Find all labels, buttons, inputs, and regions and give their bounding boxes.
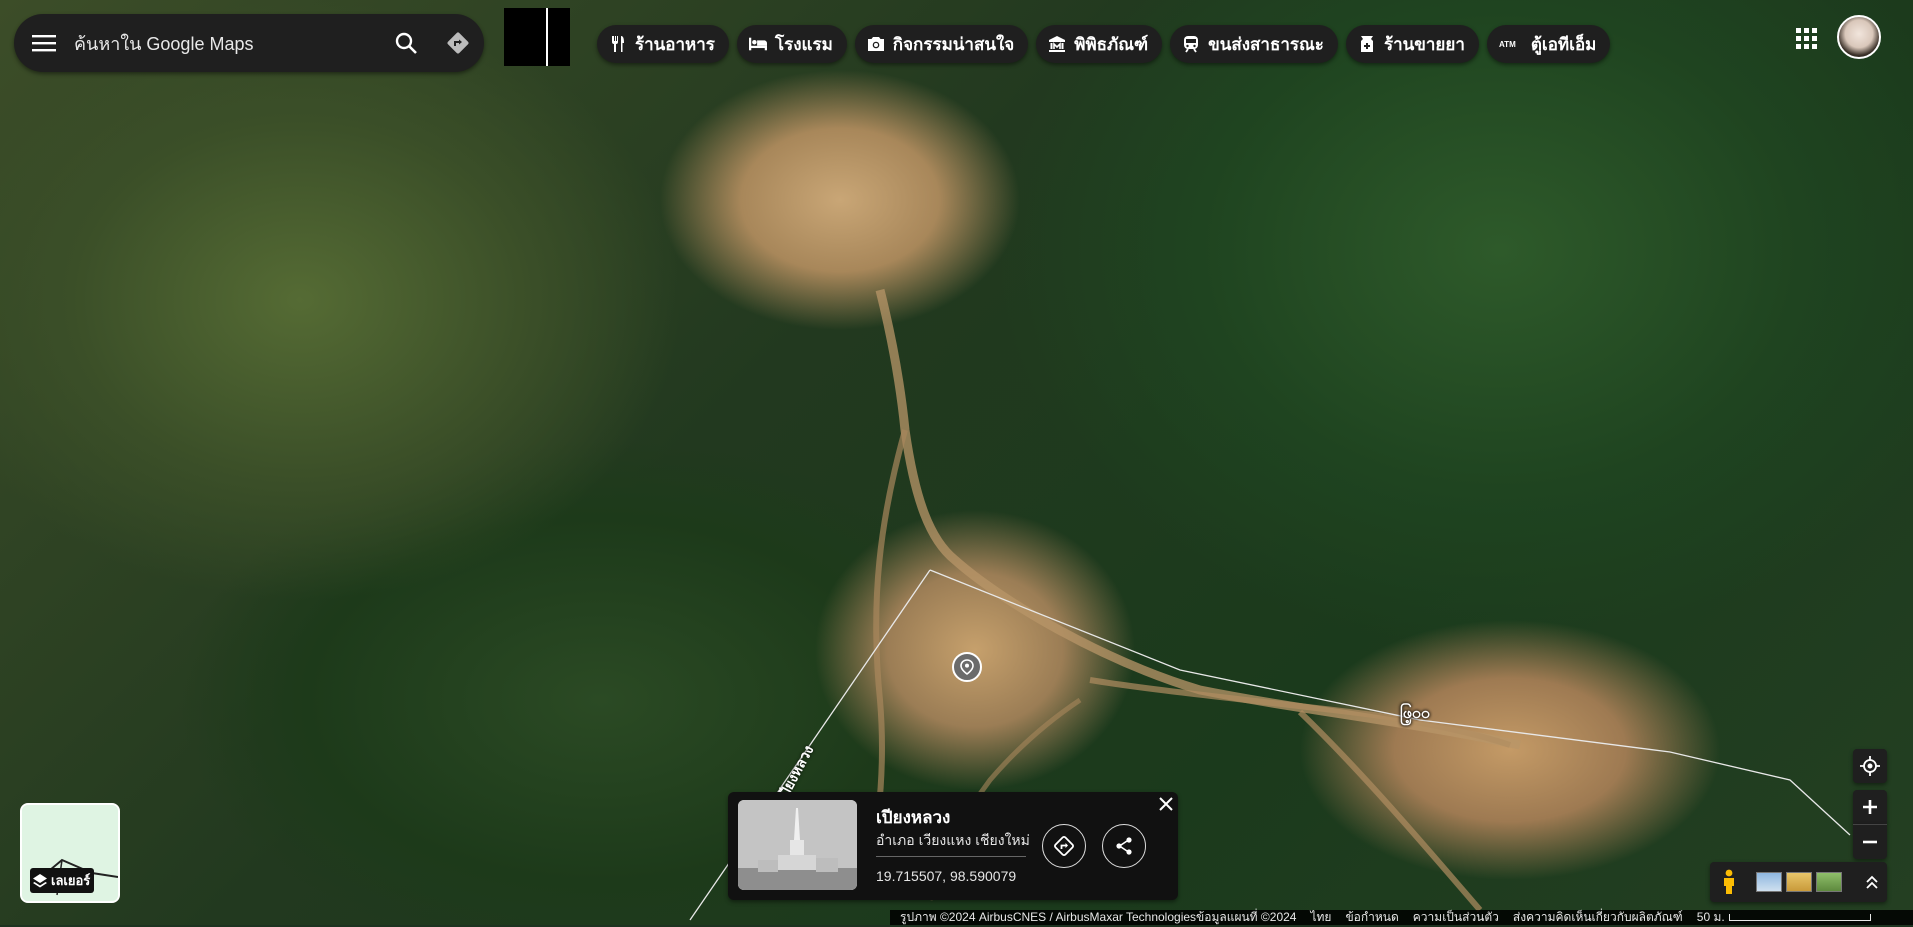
apps-grid-icon — [1796, 28, 1817, 49]
chip-things-to-do[interactable]: กิจกรรมน่าสนใจ — [854, 25, 1029, 63]
chip-label: กิจกรรมน่าสนใจ — [892, 34, 1015, 54]
restaurant-icon — [609, 35, 627, 53]
scale-label: 50 ม. — [1696, 910, 1725, 924]
minus-icon — [1863, 840, 1877, 844]
card-share-button[interactable] — [1102, 824, 1146, 868]
svg-text:ATM: ATM — [1499, 40, 1516, 49]
chip-hotels[interactable]: โรงแรม — [736, 25, 847, 63]
chip-label: ขนส่งสาธารณะ — [1208, 34, 1324, 54]
imagery-attribution: รูปภาพ ©2024 AirbusCNES / AirbusMaxar Te… — [900, 910, 1297, 924]
chip-label: ร้านอาหาร — [635, 34, 715, 54]
menu-button[interactable] — [14, 14, 74, 72]
place-subtitle: อำเภอ เวียงแหง เชียงใหม่ — [876, 832, 1030, 848]
share-icon — [1116, 837, 1132, 855]
chip-label: โรงแรม — [774, 34, 833, 54]
hamburger-menu-icon — [32, 35, 56, 52]
directions-icon — [447, 32, 469, 54]
street-view-pegman-button[interactable] — [1710, 862, 1748, 902]
map-type-thumbnails — [1756, 872, 1842, 892]
chip-transit[interactable]: ขนส่งสาธารณะ — [1170, 25, 1338, 63]
map-type-thumbnail[interactable] — [1786, 872, 1812, 892]
my-location-icon — [1860, 756, 1880, 776]
place-photo-thumbnail[interactable] — [738, 800, 857, 890]
category-chips: ร้านอาหาร โรงแรม กิจกรรมน่าสนใจ พิพิธภัณ… — [597, 25, 1611, 63]
map-type-thumbnail[interactable] — [1756, 872, 1782, 892]
directions-icon — [1054, 836, 1074, 856]
museum-icon — [1048, 35, 1066, 53]
attribution-footer: รูปภาพ ©2024 AirbusCNES / AirbusMaxar Te… — [890, 910, 1913, 925]
chip-label: ตู้เอทีเอ็ม — [1530, 34, 1597, 54]
place-info-card[interactable]: เปียงหลวง อำเภอ เวียงแหง เชียงใหม่ 19.71… — [728, 792, 1178, 900]
place-coordinates: 19.715507, 98.590079 — [876, 868, 1017, 884]
plus-icon — [1863, 800, 1877, 814]
account-avatar[interactable] — [1837, 15, 1881, 59]
close-icon — [1159, 797, 1173, 811]
my-location-button[interactable] — [1853, 749, 1887, 783]
divider — [876, 856, 1026, 857]
layers-text: เลเยอร์ — [51, 873, 91, 888]
divider — [546, 8, 548, 66]
search-input[interactable]: ค้นหาใน Google Maps — [74, 29, 380, 58]
zoom-out-button[interactable] — [1853, 824, 1887, 859]
chip-restaurants[interactable]: ร้านอาหาร — [597, 25, 729, 63]
satellite-map[interactable] — [0, 0, 1913, 925]
language-link[interactable]: ไทย — [1310, 908, 1331, 927]
bottom-control-tray — [1710, 862, 1887, 902]
layers-icon — [33, 873, 47, 887]
search-button[interactable] — [380, 14, 432, 72]
camera-icon — [867, 35, 885, 53]
directions-button[interactable] — [432, 14, 484, 72]
card-directions-button[interactable] — [1042, 824, 1086, 868]
map-paths — [689, 288, 1851, 921]
chip-label: พิพิธภัณฑ์ — [1074, 34, 1149, 54]
place-title: เปียงหลวง — [876, 808, 951, 827]
scale-indicator[interactable]: 50 ม. — [1697, 908, 1871, 927]
map-place-label[interactable]: ဖြ့ဝဝ — [1400, 702, 1430, 726]
location-pin-icon[interactable] — [952, 652, 982, 682]
search-icon — [395, 32, 417, 54]
layers-label: เลเยอร์ — [30, 868, 95, 893]
scale-bar — [1728, 914, 1871, 921]
chip-label: ร้านขายยา — [1383, 34, 1465, 54]
atm-icon: ATM — [1499, 35, 1523, 53]
layers-button[interactable]: เลเยอร์ — [20, 803, 120, 903]
expand-button[interactable] — [1857, 862, 1887, 902]
pharmacy-icon — [1358, 35, 1376, 53]
chip-atms[interactable]: ATM ตู้เอทีเอ็ม — [1486, 25, 1611, 63]
chip-museums[interactable]: พิพิธภัณฑ์ — [1036, 25, 1163, 63]
card-close-button[interactable] — [1156, 794, 1176, 814]
zoom-in-button[interactable] — [1853, 790, 1887, 824]
pegman-icon — [1724, 869, 1734, 894]
toolbar-blank-panel — [504, 8, 570, 66]
hotel-bed-icon — [748, 35, 767, 53]
terms-link[interactable]: ข้อกำหนด — [1345, 908, 1398, 927]
google-apps-button[interactable] — [1788, 20, 1824, 56]
chevron-up-double-icon — [1866, 875, 1878, 889]
chip-pharmacies[interactable]: ร้านขายยา — [1345, 25, 1479, 63]
map-type-thumbnail[interactable] — [1816, 872, 1842, 892]
train-icon — [1182, 35, 1200, 53]
pagoda-photo — [738, 800, 857, 890]
search-box[interactable]: ค้นหาใน Google Maps — [14, 14, 484, 72]
feedback-link[interactable]: ส่งความคิดเห็นเกี่ยวกับผลิตภัณฑ์ — [1513, 908, 1683, 927]
privacy-link[interactable]: ความเป็นส่วนตัว — [1413, 908, 1499, 927]
